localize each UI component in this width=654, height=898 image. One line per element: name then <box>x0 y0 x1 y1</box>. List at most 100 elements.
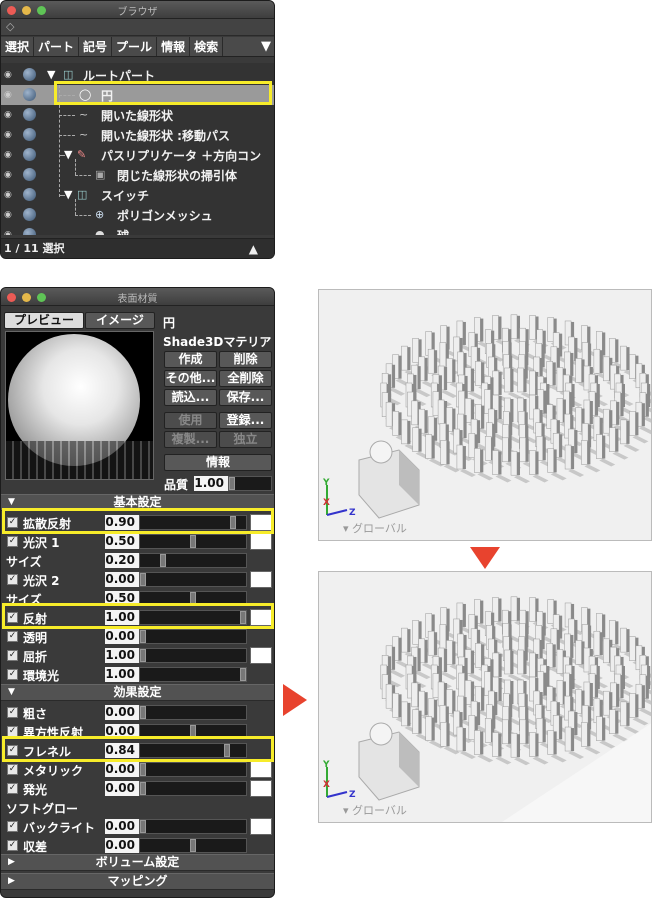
quality-value[interactable]: 1.00 <box>194 476 228 491</box>
tree-row[interactable]: ◉ ▼ ◫ スイッチ <box>1 185 274 205</box>
checkbox[interactable]: ✓ <box>7 821 18 832</box>
slider-knob[interactable] <box>140 630 146 643</box>
param-value[interactable]: 0.00 <box>105 762 139 777</box>
param-value[interactable]: 1.00 <box>105 667 139 682</box>
save-button[interactable]: 保存... <box>219 389 272 406</box>
color-swatch[interactable] <box>250 818 272 835</box>
render-ball-icon[interactable] <box>23 108 36 121</box>
tree-row[interactable]: ◉ ▣ 閉じた線形状の掃引体 <box>1 165 274 185</box>
param-value[interactable]: 0.00 <box>105 629 139 644</box>
param-slider[interactable] <box>139 572 247 587</box>
slider-knob[interactable] <box>240 668 246 681</box>
checkbox[interactable]: ✓ <box>7 574 18 585</box>
checkbox[interactable]: ✓ <box>7 650 18 661</box>
global-label[interactable]: ▾ グローバル <box>343 802 407 818</box>
eye-icon[interactable]: ◉ <box>4 190 12 200</box>
param-value[interactable]: 0.20 <box>105 553 139 568</box>
tab-pool[interactable]: プール <box>112 37 158 56</box>
section-volume[interactable]: ▶ ボリューム設定 <box>1 854 274 871</box>
eye-icon[interactable]: ◉ <box>4 170 12 180</box>
param-slider[interactable] <box>139 667 247 682</box>
info-button[interactable]: 情報 <box>164 454 272 471</box>
param-slider[interactable] <box>139 762 247 777</box>
section-mapping[interactable]: ▶ マッピング <box>1 873 274 890</box>
register-button[interactable]: 登録... <box>219 412 272 429</box>
eye-icon[interactable]: ◉ <box>4 150 12 160</box>
up-arrow-icon[interactable]: ▲ <box>249 239 258 258</box>
slider-knob[interactable] <box>140 649 146 662</box>
eye-icon[interactable]: ◉ <box>4 130 12 140</box>
load-button[interactable]: 読込... <box>164 389 217 406</box>
tab-info[interactable]: 情報 <box>157 37 191 56</box>
param-value[interactable]: 0.00 <box>105 705 139 720</box>
delete-all-button[interactable]: 全削除 <box>219 370 272 387</box>
param-value[interactable]: 1.00 <box>105 648 139 663</box>
collapse-triangle-icon[interactable]: ▼ <box>8 685 15 700</box>
param-value[interactable]: 0.00 <box>105 819 139 834</box>
expand-triangle-icon[interactable]: ▼ <box>47 68 60 81</box>
tab-part[interactable]: パート <box>34 37 80 56</box>
checkbox[interactable]: ✓ <box>7 536 18 547</box>
slider-knob[interactable] <box>160 554 166 567</box>
color-swatch[interactable] <box>250 533 272 550</box>
diamond-icon[interactable]: ◇ <box>1 19 274 36</box>
other-button[interactable]: その他... <box>164 370 217 387</box>
slider-knob[interactable] <box>140 763 146 776</box>
param-slider[interactable] <box>139 629 247 644</box>
tree-row[interactable]: ◉ ⊕ ポリゴンメッシュ <box>1 205 274 225</box>
render-ball-icon[interactable] <box>23 128 36 141</box>
tab-image[interactable]: イメージ <box>85 312 155 329</box>
tree-row[interactable]: ◉ ~ 開いた線形状 :移動パス <box>1 125 274 145</box>
render-ball-icon[interactable] <box>23 68 36 81</box>
checkbox[interactable]: ✓ <box>7 764 18 775</box>
tabs-menu-icon[interactable]: ▼ <box>261 37 274 56</box>
param-value[interactable]: 0.00 <box>105 781 139 796</box>
independent-button[interactable]: 独立 <box>219 431 272 448</box>
eye-icon[interactable]: ◉ <box>4 110 12 120</box>
param-value[interactable]: 0.00 <box>105 572 139 587</box>
color-swatch[interactable] <box>250 761 272 778</box>
param-slider[interactable] <box>139 819 247 834</box>
color-swatch[interactable] <box>250 647 272 664</box>
slider-knob[interactable] <box>140 706 146 719</box>
copy-button[interactable]: 複製... <box>164 431 217 448</box>
color-swatch[interactable] <box>250 780 272 797</box>
eye-icon[interactable]: ◉ <box>4 210 12 220</box>
material-type[interactable]: Shade3Dマテリア <box>163 333 271 350</box>
param-slider[interactable] <box>139 534 247 549</box>
slider-knob[interactable] <box>229 477 235 490</box>
eye-icon[interactable]: ◉ <box>4 70 12 80</box>
checkbox[interactable]: ✓ <box>7 840 18 851</box>
quality-slider[interactable] <box>228 476 272 491</box>
use-button[interactable]: 使用 <box>164 412 217 429</box>
color-swatch[interactable] <box>250 571 272 588</box>
tree-row[interactable]: ◉ ~ 開いた線形状 <box>1 105 274 125</box>
expand-triangle-icon[interactable]: ▶ <box>8 855 15 870</box>
tab-preview[interactable]: プレビュー <box>4 312 84 329</box>
render-ball-icon[interactable] <box>23 188 36 201</box>
param-slider[interactable] <box>139 553 247 568</box>
checkbox[interactable]: ✓ <box>7 669 18 680</box>
render-ball-icon[interactable] <box>23 148 36 161</box>
render-ball-icon[interactable] <box>23 88 36 101</box>
param-value[interactable]: 0.00 <box>105 838 139 853</box>
section-effects[interactable]: ▼ 効果設定 <box>1 684 274 701</box>
checkbox[interactable]: ✓ <box>7 707 18 718</box>
checkbox[interactable]: ✓ <box>7 783 18 794</box>
global-label[interactable]: ▾ グローバル <box>343 520 407 536</box>
slider-knob[interactable] <box>140 782 146 795</box>
tab-symbol[interactable]: 記号 <box>79 37 113 56</box>
checkbox[interactable]: ✓ <box>7 631 18 642</box>
tree-row[interactable]: ◉ ● 球 <box>1 225 274 235</box>
tab-select[interactable]: 選択 <box>1 37 35 56</box>
slider-knob[interactable] <box>190 535 196 548</box>
slider-knob[interactable] <box>140 573 146 586</box>
eye-icon[interactable]: ◉ <box>4 230 12 235</box>
render-ball-icon[interactable] <box>23 168 36 181</box>
render-ball-icon[interactable] <box>23 208 36 221</box>
param-slider[interactable] <box>139 648 247 663</box>
create-button[interactable]: 作成 <box>164 351 217 368</box>
slider-knob[interactable] <box>190 839 196 852</box>
param-value[interactable]: 0.50 <box>105 534 139 549</box>
expand-triangle-icon[interactable]: ▶ <box>8 874 15 889</box>
